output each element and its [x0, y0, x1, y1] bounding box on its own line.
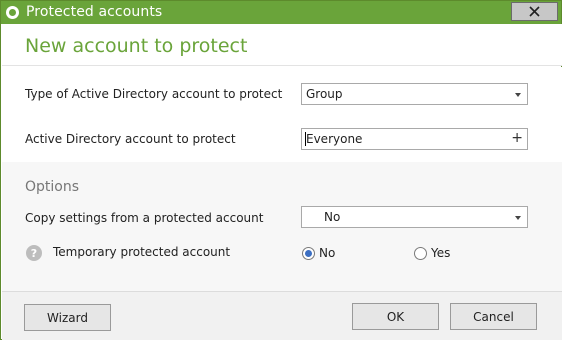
account-label: Active Directory account to protect: [25, 132, 236, 146]
close-icon: [529, 6, 540, 17]
page-title: New account to protect: [25, 35, 248, 57]
radio-no-label: No: [319, 246, 336, 260]
help-icon[interactable]: ?: [26, 245, 42, 261]
close-button[interactable]: [511, 2, 558, 21]
options-title: Options: [25, 179, 80, 195]
ok-button[interactable]: OK: [352, 303, 439, 330]
copy-settings-value: No: [324, 210, 341, 224]
copy-settings-dropdown[interactable]: No: [301, 206, 528, 228]
options-section: Options Copy settings from a protected a…: [2, 162, 562, 291]
radio-yes[interactable]: Yes: [414, 246, 450, 260]
account-type-dropdown[interactable]: Group: [301, 83, 528, 105]
cancel-button[interactable]: Cancel: [450, 303, 537, 330]
title-bar[interactable]: Protected accounts: [1, 1, 561, 24]
plus-icon[interactable]: +: [511, 130, 523, 146]
account-type-label: Type of Active Directory account to prot…: [25, 87, 283, 101]
account-input[interactable]: Everyone +: [301, 128, 528, 150]
dialog-footer: Wizard OK Cancel: [2, 291, 562, 340]
wizard-button[interactable]: Wizard: [24, 304, 111, 331]
account-value: Everyone: [306, 132, 363, 146]
radio-no-indicator[interactable]: [302, 246, 315, 260]
protected-accounts-dialog: Protected accounts New account to protec…: [0, 0, 562, 340]
radio-yes-indicator[interactable]: [414, 246, 427, 260]
dialog-header: New account to protect: [2, 24, 562, 66]
copy-settings-label: Copy settings from a protected account: [25, 211, 264, 225]
app-icon: [6, 6, 19, 19]
radio-no[interactable]: No: [302, 246, 335, 260]
radio-yes-label: Yes: [431, 246, 451, 260]
account-section: Type of Active Directory account to prot…: [2, 67, 562, 162]
account-type-value: Group: [306, 87, 343, 101]
window-title: Protected accounts: [26, 4, 163, 20]
chevron-down-icon: [515, 93, 521, 97]
chevron-down-icon: [515, 216, 521, 220]
temporary-label: Temporary protected account: [53, 245, 231, 259]
